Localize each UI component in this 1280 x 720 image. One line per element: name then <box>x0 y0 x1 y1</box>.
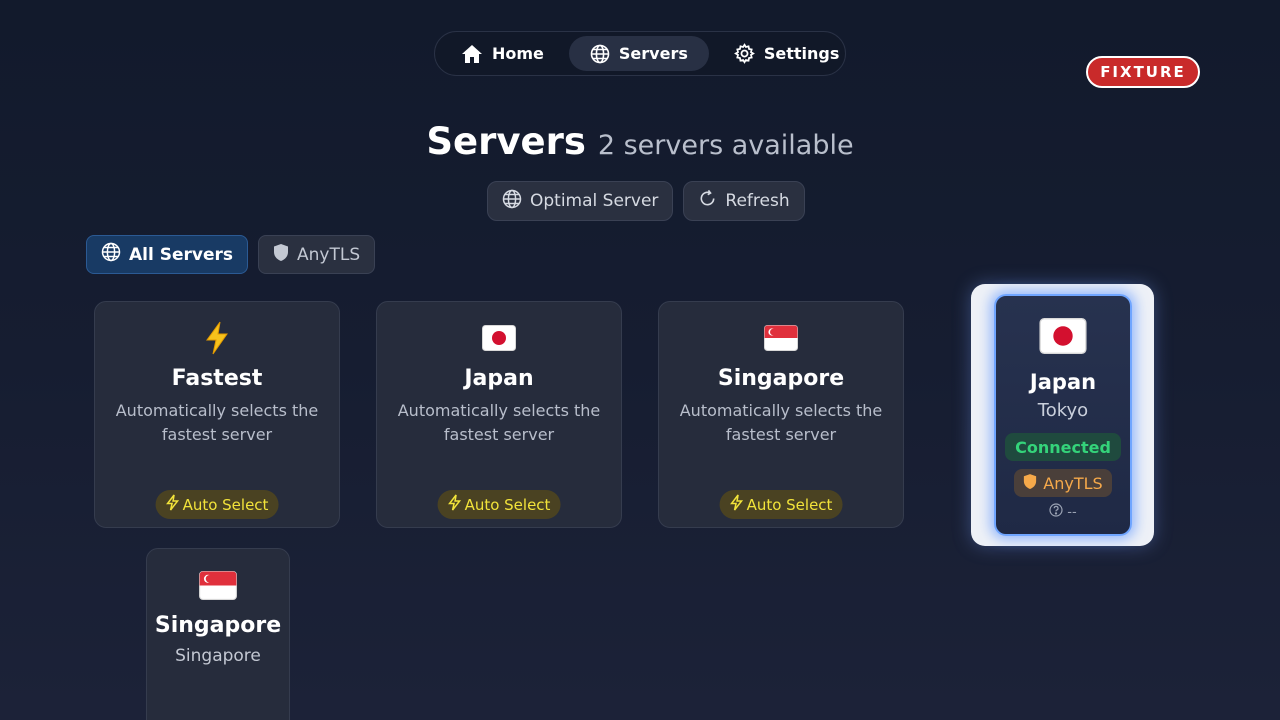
question-circle-icon <box>1049 503 1063 521</box>
bolt-icon <box>448 494 462 515</box>
singapore-flag-icon <box>764 320 798 356</box>
card-description: Automatically selects the fastest server <box>115 401 319 444</box>
refresh-button[interactable]: Refresh <box>683 181 805 221</box>
card-description: Automatically selects the fastest server <box>397 401 601 444</box>
server-location: Singapore <box>175 646 261 666</box>
page-subtitle: 2 servers available <box>597 130 854 161</box>
server-name: Japan <box>1029 370 1097 394</box>
chip-label: Auto Select <box>746 495 833 514</box>
refresh-icon <box>698 189 717 213</box>
refresh-label: Refresh <box>725 191 790 211</box>
protocol-badge: AnyTLS <box>1014 469 1112 497</box>
server-card-japan-auto[interactable]: Japan Automatically selects the fastest … <box>376 301 622 528</box>
page-title: Servers <box>426 120 586 163</box>
server-card-singapore[interactable]: Singapore Singapore <box>146 548 290 720</box>
nav-item-home[interactable]: Home <box>440 36 565 71</box>
fixture-badge: FIXTURE <box>1086 56 1200 88</box>
optimal-server-button[interactable]: Optimal Server <box>487 181 674 221</box>
singapore-flag-icon <box>199 567 237 603</box>
chip-label: Auto Select <box>182 495 269 514</box>
page-header: Servers 2 servers available <box>0 120 1280 163</box>
filter-anytls[interactable]: AnyTLS <box>258 235 376 274</box>
globe-icon <box>101 242 121 267</box>
globe-icon <box>590 44 610 64</box>
filter-all-servers[interactable]: All Servers <box>86 235 249 274</box>
shield-icon <box>273 243 289 267</box>
server-location: Tokyo <box>1037 400 1089 421</box>
server-card-japan-tokyo[interactable]: Japan Tokyo Connected AnyTLS -- <box>994 294 1132 536</box>
japan-flag-icon <box>482 320 516 356</box>
server-name: Singapore <box>154 613 282 638</box>
japan-flag-icon <box>1039 318 1087 358</box>
shield-icon <box>1023 473 1037 494</box>
latency-value: -- <box>1067 504 1077 520</box>
chip-label: Auto Select <box>464 495 551 514</box>
nav-item-settings[interactable]: Settings <box>713 36 861 71</box>
filter-row: All Servers AnyTLS <box>86 235 376 274</box>
globe-icon <box>502 189 522 214</box>
nav-item-label: Settings <box>763 44 840 63</box>
filter-label: AnyTLS <box>297 244 361 265</box>
filter-label: All Servers <box>129 244 234 265</box>
protocol-label: AnyTLS <box>1043 473 1103 493</box>
top-navigation: Home Servers Settings <box>434 31 846 76</box>
card-name: Japan <box>464 366 534 391</box>
card-description: Automatically selects the fastest server <box>679 401 883 444</box>
home-icon <box>461 44 483 64</box>
nav-item-label: Home <box>492 44 544 63</box>
action-row: Optimal Server Refresh <box>487 181 805 221</box>
server-card-singapore-auto[interactable]: Singapore Automatically selects the fast… <box>658 301 904 528</box>
latency-readout: -- <box>1049 503 1077 521</box>
nav-item-label: Servers <box>618 44 688 63</box>
auto-select-chip: Auto Select <box>437 490 561 519</box>
bolt-icon <box>730 494 744 515</box>
lightning-icon <box>204 320 230 356</box>
card-name: Fastest <box>171 366 263 391</box>
nav-item-servers[interactable]: Servers <box>568 36 709 71</box>
gear-icon <box>733 43 755 64</box>
bolt-icon <box>166 494 180 515</box>
server-card-fastest[interactable]: Fastest Automatically selects the fastes… <box>94 301 340 528</box>
card-name: Singapore <box>717 366 845 391</box>
auto-select-chip: Auto Select <box>155 490 279 519</box>
auto-select-chip: Auto Select <box>719 490 843 519</box>
status-badge: Connected <box>1005 433 1121 461</box>
optimal-server-label: Optimal Server <box>530 191 659 211</box>
